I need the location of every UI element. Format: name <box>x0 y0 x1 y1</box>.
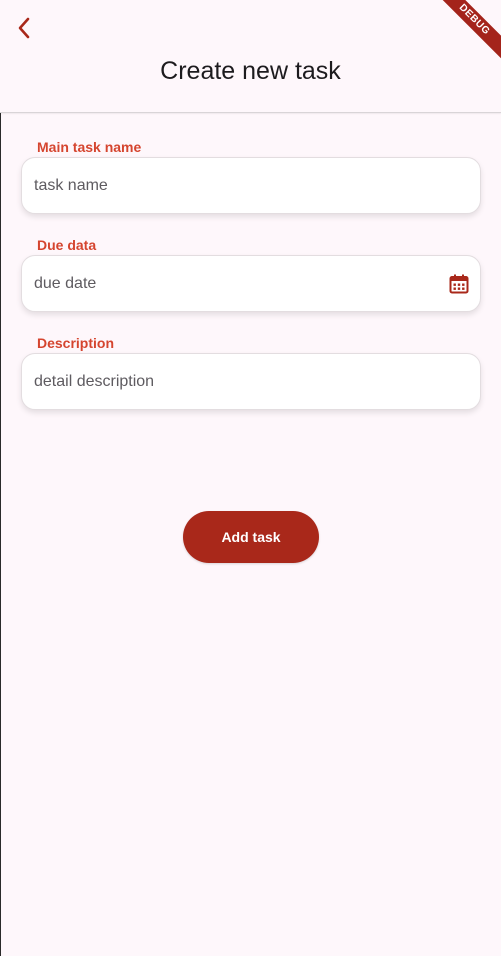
description-label: Description <box>37 335 115 351</box>
description-field-container <box>21 353 481 410</box>
description-input[interactable] <box>34 354 434 409</box>
app-bar: Create new task <box>0 0 501 113</box>
page-title: Create new task <box>160 57 341 85</box>
due-date-label: Due data <box>37 237 97 253</box>
due-date-field-container <box>21 255 481 312</box>
task-name-field-container <box>21 157 481 214</box>
back-button[interactable] <box>8 12 40 44</box>
window-edge <box>0 0 1 956</box>
task-name-input[interactable] <box>34 158 434 213</box>
due-date-input[interactable] <box>34 256 434 311</box>
chevron-left-icon <box>18 17 30 39</box>
calendar-icon[interactable] <box>449 274 469 294</box>
add-task-button[interactable]: Add task <box>183 511 319 563</box>
task-name-label: Main task name <box>37 139 142 155</box>
